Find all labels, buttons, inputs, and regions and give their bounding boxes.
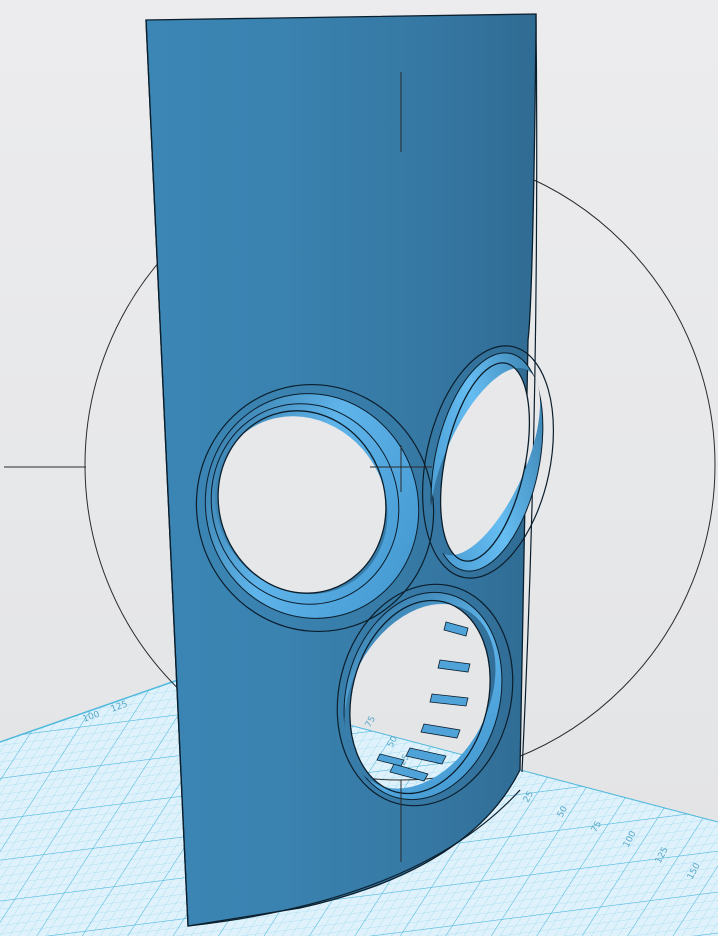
3d-viewport[interactable]: 25 50 75 100 125 150 125 100 75 50 25 (0, 0, 718, 936)
curved-panel-model[interactable] (145, 13, 573, 927)
scene-canvas[interactable]: 25 50 75 100 125 150 125 100 75 50 25 (0, 0, 718, 936)
